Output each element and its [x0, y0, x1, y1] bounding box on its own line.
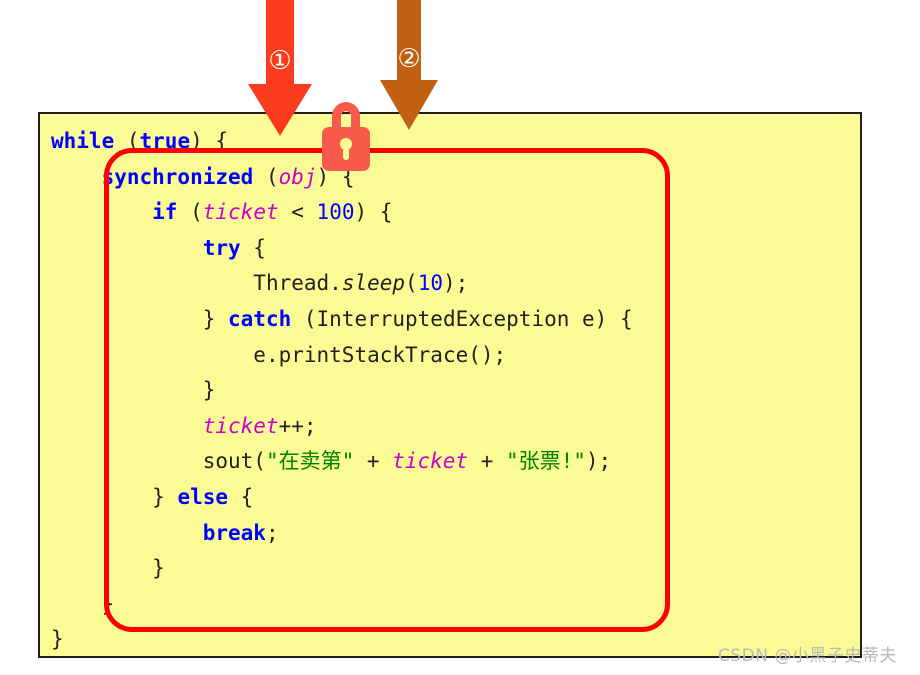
code-token: }	[202, 378, 216, 403]
code-line: }	[51, 373, 860, 409]
code-token: (	[114, 129, 140, 153]
code-token: obj	[278, 164, 317, 189]
code-token: e.printStackTrace();	[253, 342, 507, 367]
code-line: while (true) {	[51, 124, 860, 160]
code-token: "在卖第"	[265, 449, 355, 474]
code-token: ticket	[392, 449, 469, 474]
code-token: else	[177, 484, 229, 509]
code-token: +	[468, 449, 506, 474]
code-token: true	[139, 129, 191, 153]
code-token: sout(	[202, 449, 266, 474]
code-line: }	[51, 587, 860, 623]
lock-icon	[322, 102, 370, 171]
code-token: }	[101, 591, 115, 616]
code-line: try {	[51, 231, 860, 267]
code-token: while	[51, 129, 115, 153]
code-line: }	[51, 551, 860, 587]
code-line: e.printStackTrace();	[51, 338, 860, 374]
code-token: (	[177, 200, 203, 225]
code-token: catch	[228, 306, 292, 331]
code-token: synchronized	[101, 164, 254, 189]
code-token: 10	[417, 271, 443, 296]
code-line: } else {	[51, 480, 860, 516]
arrow-two	[380, 0, 438, 130]
code-token: <	[278, 200, 317, 225]
code-token: (	[405, 271, 418, 296]
code-card: while (true) { synchronized (obj) { if (…	[38, 112, 862, 658]
code-token: }	[202, 306, 229, 331]
code-block: while (true) { synchronized (obj) { if (…	[51, 124, 860, 658]
code-token: sleep	[341, 271, 406, 296]
code-token: }	[152, 556, 165, 581]
code-line: sout("在卖第" + ticket + "张票!");	[51, 444, 860, 480]
code-token: {	[228, 484, 254, 509]
code-token: );	[442, 271, 469, 296]
code-token: ) {	[354, 200, 393, 225]
code-token: (InterruptedException e) {	[291, 306, 633, 331]
code-line: } catch (InterruptedException e) {	[51, 302, 860, 338]
code-token: ;	[265, 520, 279, 545]
code-token: ticket	[202, 200, 279, 225]
code-token: ++;	[278, 413, 317, 438]
code-token: "张票!"	[505, 449, 586, 474]
code-token: );	[585, 449, 612, 474]
code-token: {	[240, 235, 266, 260]
code-line: ticket++;	[51, 409, 860, 445]
watermark: CSDN @小黑子史蒂夫	[718, 646, 897, 666]
code-line: synchronized (obj) {	[51, 160, 860, 196]
arrow-one	[248, 0, 312, 136]
code-token: try	[202, 235, 241, 260]
code-line: Thread.sleep(10);	[51, 266, 860, 302]
code-token: (	[253, 164, 279, 189]
code-token: }	[152, 484, 178, 509]
illustration-canvas: ① ② while (true) { synchronized (obj) { …	[0, 0, 920, 675]
code-token: ticket	[202, 413, 279, 438]
code-token: }	[51, 627, 64, 652]
code-token: if	[152, 200, 178, 225]
code-token: break	[202, 520, 266, 545]
code-line: break;	[51, 516, 860, 552]
code-line: if (ticket < 100) {	[51, 195, 860, 231]
code-token: 100	[316, 200, 355, 225]
code-token: +	[354, 449, 393, 474]
code-token: Thread.	[253, 271, 342, 296]
code-token: ) {	[190, 129, 229, 153]
